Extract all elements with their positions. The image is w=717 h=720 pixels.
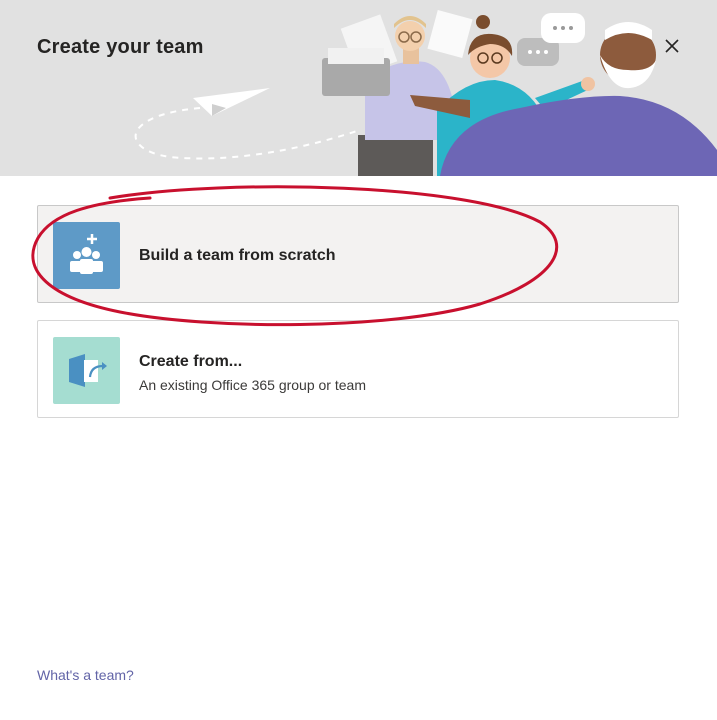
team-add-icon [53, 222, 120, 289]
option-subtitle: An existing Office 365 group or team [139, 377, 366, 393]
build-from-scratch-option[interactable]: Build a team from scratch [37, 205, 679, 303]
create-from-option[interactable]: Create from... An existing Office 365 gr… [37, 320, 679, 418]
dialog-header: Create your team [0, 0, 717, 176]
header-illustration [134, 10, 717, 176]
close-icon [665, 39, 679, 53]
option-title: Create from... [139, 353, 243, 370]
option-title: Build a team from scratch [139, 247, 336, 264]
dialog-title: Create your team [37, 36, 204, 58]
whats-a-team-link[interactable]: What's a team? [37, 667, 134, 683]
close-button[interactable] [660, 34, 684, 58]
create-from-icon [53, 337, 120, 404]
